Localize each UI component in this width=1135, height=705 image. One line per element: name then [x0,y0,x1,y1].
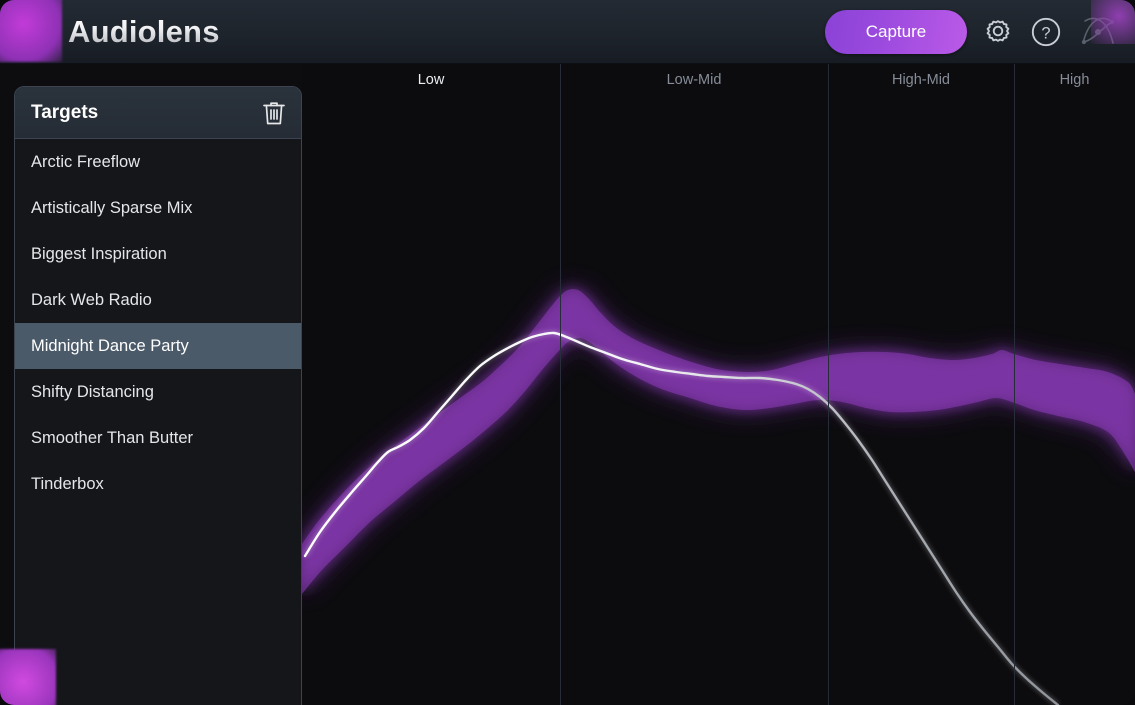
targets-list[interactable]: Arctic Freeflow Artistically Sparse Mix Bi… [15,139,301,507]
audiolens-window: Audiolens Capture ? [0,0,1135,705]
target-item-label: Shifty Distancing [31,383,154,402]
target-item-label: Arctic Freeflow [31,153,140,172]
band-label-low-mid[interactable]: Low-Mid [560,72,828,88]
band-label-high[interactable]: High [1014,72,1135,88]
svg-text:?: ? [1041,24,1050,42]
band-separator [828,64,829,705]
targets-panel-header: Targets [15,87,301,139]
targets-title: Targets [31,102,98,124]
spectrum-chart[interactable]: LowLow-MidHigh-MidHigh [302,64,1135,705]
target-item-label: Dark Web Radio [31,291,152,310]
target-item-label: Smoother Than Butter [31,429,193,448]
audiolens-spiral-logo-icon [10,9,56,55]
question-mark-icon[interactable]: ? [1029,15,1063,49]
target-item-label: Biggest Inspiration [31,245,167,264]
page-title: Audiolens [68,14,220,50]
target-list-item[interactable]: Dark Web Radio [15,277,301,323]
target-list-item[interactable]: Arctic Freeflow [15,139,301,185]
band-label-high-mid[interactable]: High-Mid [828,72,1014,88]
spectrum-band-area [302,289,1135,594]
band-separator [1014,64,1015,705]
app-body: LowLow-MidHigh-MidHigh [0,64,1135,705]
target-item-label: Artistically Sparse Mix [31,199,192,218]
target-list-item[interactable]: Smoother Than Butter [15,415,301,461]
target-list-item[interactable]: Biggest Inspiration [15,231,301,277]
trash-icon[interactable] [261,99,287,127]
izotope-brand-icon[interactable] [1075,9,1121,55]
app-header: Audiolens Capture ? [0,0,1135,64]
spectrum-curves [302,64,1135,705]
target-item-label: Midnight Dance Party [31,337,189,356]
band-separator [560,64,561,705]
gear-icon[interactable] [981,15,1015,49]
capture-button[interactable]: Capture [825,10,967,54]
target-list-item[interactable]: Tinderbox [15,461,301,507]
band-label-low[interactable]: Low [302,72,560,88]
target-item-label: Tinderbox [31,475,104,494]
target-list-item[interactable]: Shifty Distancing [15,369,301,415]
target-list-item[interactable]: Midnight Dance Party [15,323,301,369]
target-list-item[interactable]: Artistically Sparse Mix [15,185,301,231]
targets-panel: Targets Arctic Freeflo [14,86,302,705]
